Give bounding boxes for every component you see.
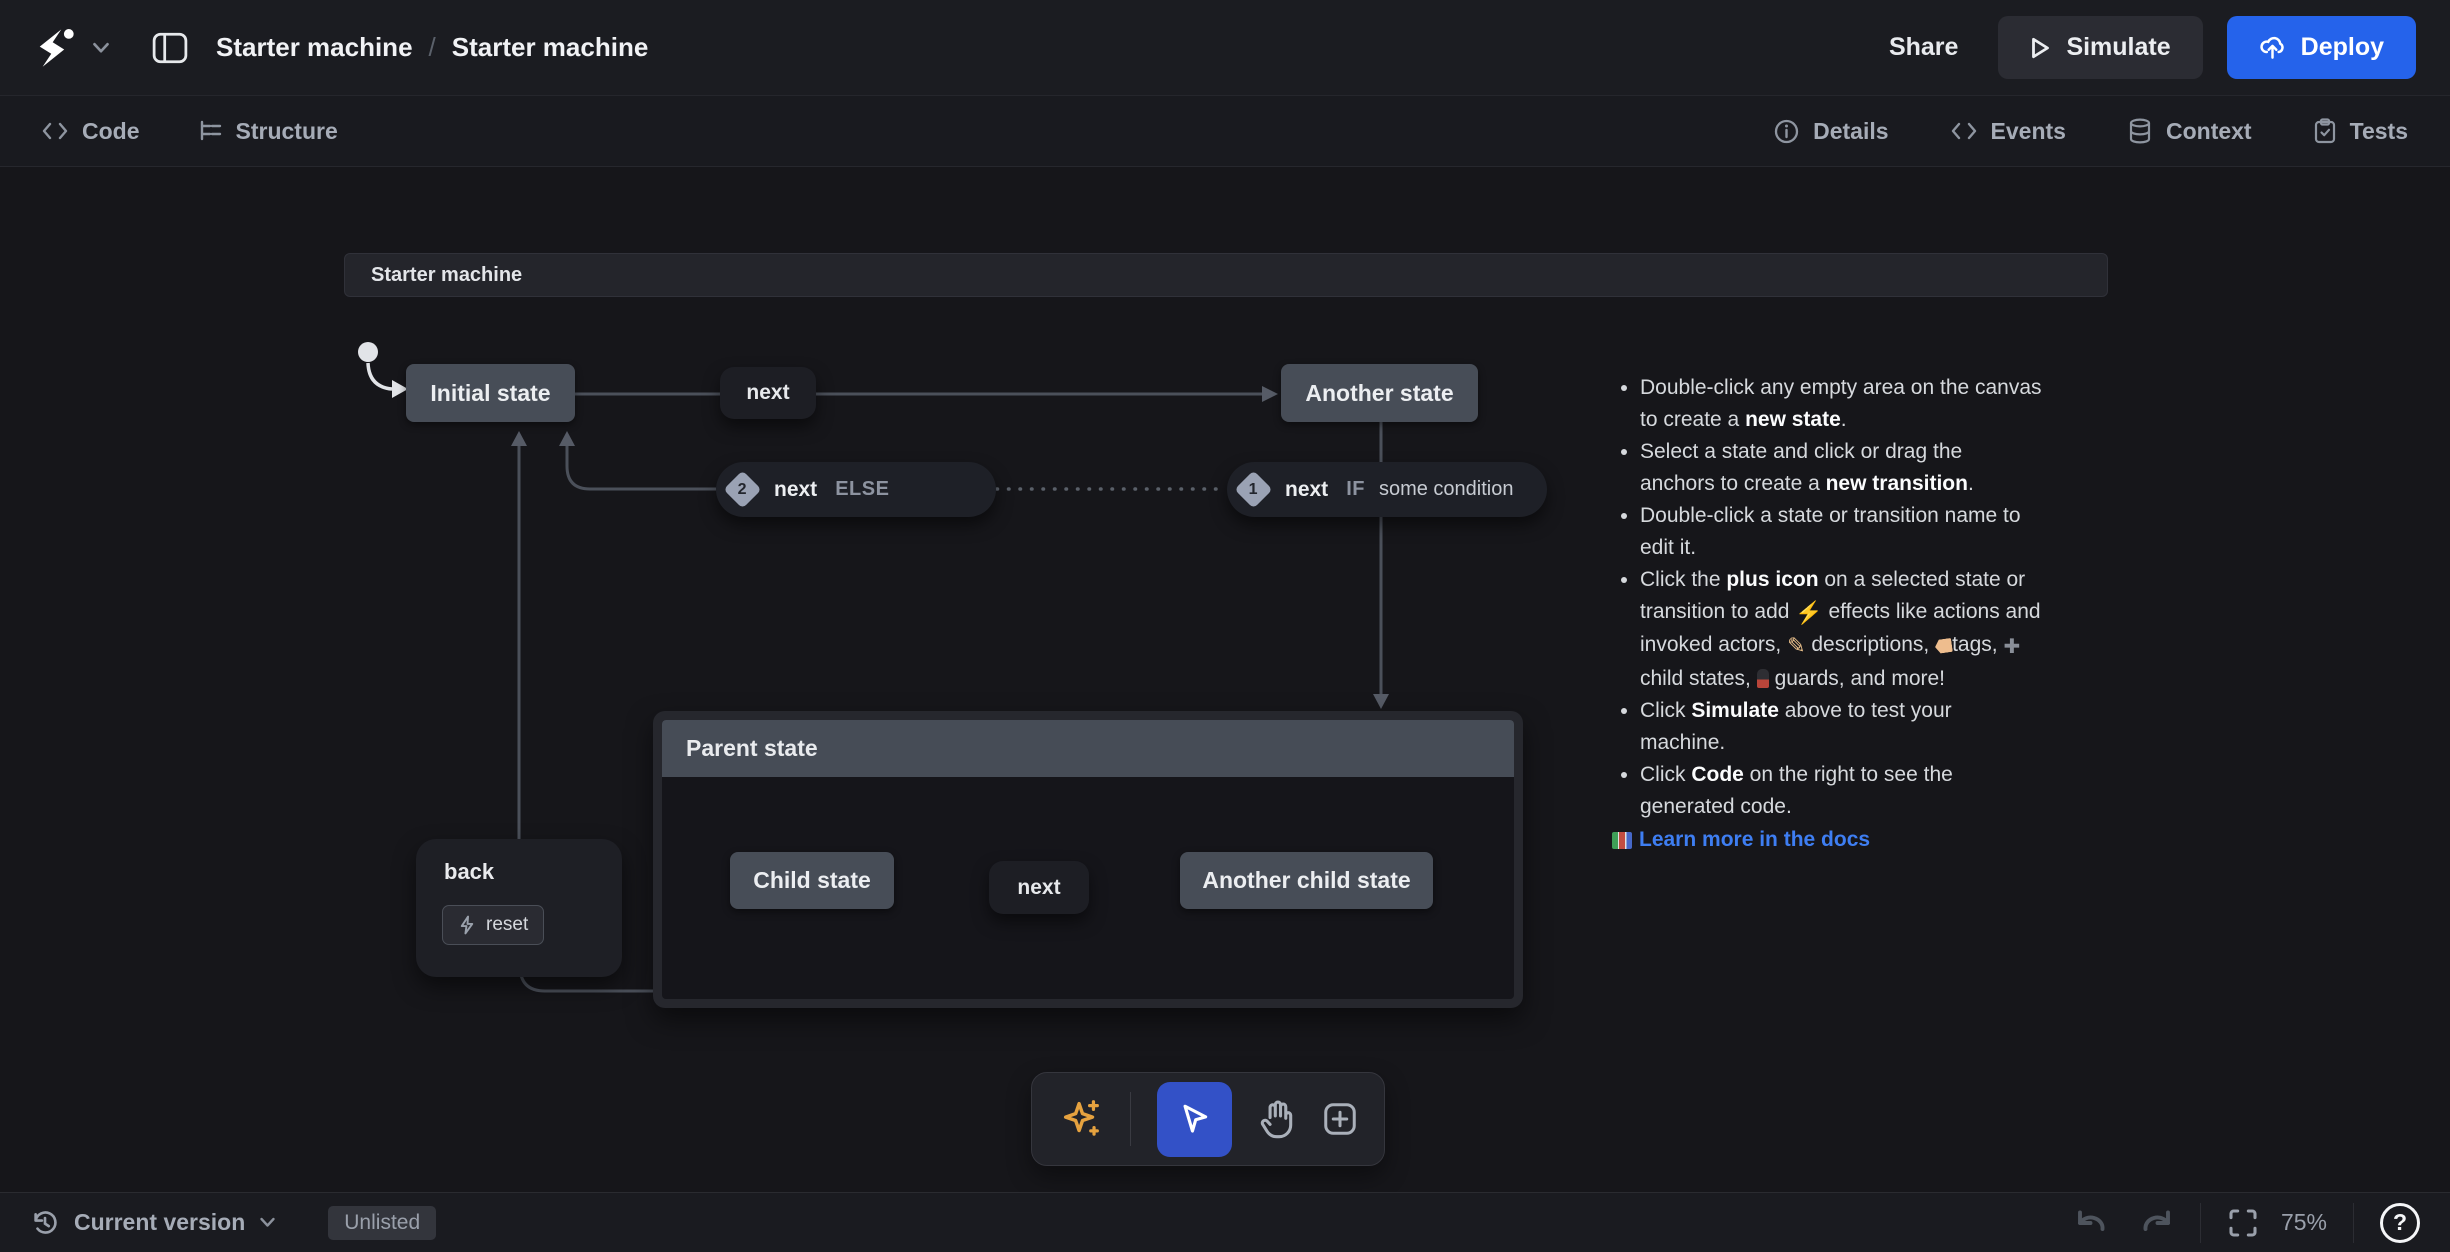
transition-back-label: back [444,859,495,884]
status-bar-right: 75% ? [2074,1202,2420,1243]
transition-child-next[interactable]: next [989,861,1089,914]
ai-assist-tool[interactable] [1058,1096,1104,1142]
help-item: Double-click a state or transition name … [1640,500,2042,564]
parent-state-header[interactable]: Parent state [662,720,1514,777]
footer-divider [2199,1202,2201,1243]
transition-wires [358,342,1389,993]
version-selector[interactable]: Current version [30,1208,276,1238]
transition-order-badge: 2 [723,470,762,509]
state-initial[interactable]: Initial state [406,364,575,422]
select-tool[interactable] [1157,1081,1232,1157]
plus-emoji: ✚ [2003,636,2021,658]
sparkles-icon [1063,1100,1099,1136]
transition-next-if[interactable]: 1 next IF some condition [1227,462,1547,517]
help-item: Click the plus icon on a selected state … [1640,564,2042,695]
chevron-down-icon [260,1217,275,1227]
state-child[interactable]: Child state [730,852,894,909]
fit-view-button[interactable] [2227,1207,2259,1239]
help-button[interactable]: ? [2380,1202,2420,1243]
machine-title: Starter machine [371,263,523,286]
hand-icon [1260,1100,1293,1139]
redo-button[interactable] [2138,1208,2174,1238]
guard-emoji [1756,669,1769,688]
history-icon [34,1210,57,1234]
help-item: Click Simulate above to test your machin… [1640,695,2042,759]
visibility-badge: Unlisted [328,1205,437,1240]
tag-emoji [1934,638,1953,654]
cursor-icon [1183,1104,1207,1133]
pan-tool[interactable] [1258,1099,1296,1139]
zoom-level[interactable]: 75% [2281,1209,2327,1236]
tools-divider [1130,1092,1131,1146]
books-emoji [1612,831,1632,849]
transition-next-else[interactable]: 2 next ELSE [716,462,996,517]
zap-emoji: ⚡ [1795,600,1823,625]
docs-link[interactable]: Learn more in the docs [1612,824,2042,856]
transition-next[interactable]: next [720,367,816,419]
transition-order-badge: 1 [1234,470,1273,509]
state-another[interactable]: Another state [1281,364,1478,422]
help-panel: Double-click any empty area on the canva… [1612,372,2042,856]
plus-square-icon [1324,1103,1356,1135]
canvas-tools-bar [1031,1072,1385,1166]
pen-emoji: ✎ [1787,633,1806,658]
add-state-tool[interactable] [1322,1101,1358,1137]
state-another-child[interactable]: Another child state [1180,852,1433,909]
zap-icon [460,915,474,935]
help-item: Double-click any empty area on the canva… [1640,372,2042,436]
footer-divider [2353,1202,2354,1243]
status-bar: Current version Unlisted 75% ? [0,1192,2450,1252]
machine-root-state[interactable]: Starter machine [344,253,2108,297]
action-reset-chip[interactable]: reset [442,905,545,945]
stately-editor: Starter machine / Starter machine Share … [0,0,2450,1252]
transition-back[interactable]: back reset [416,839,622,977]
help-item: Click Code on the right to see the gener… [1640,759,2042,823]
undo-button[interactable] [2074,1208,2110,1238]
help-item: Select a state and click or drag the anc… [1640,436,2042,500]
help-list: Double-click any empty area on the canva… [1612,372,2042,823]
